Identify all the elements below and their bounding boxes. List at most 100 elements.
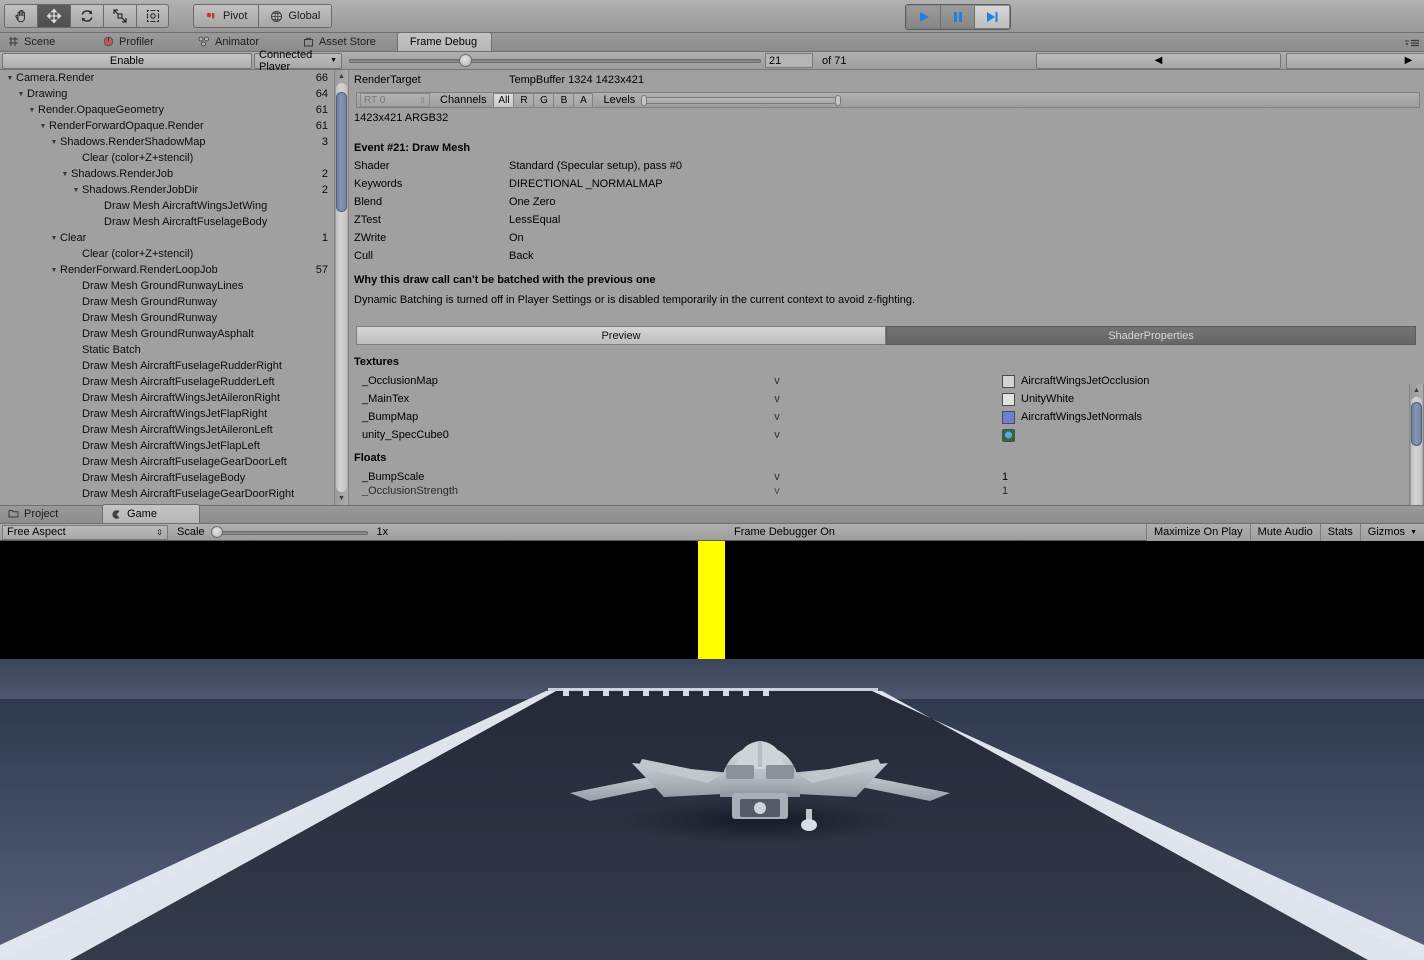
tree-row[interactable]: Draw Mesh GroundRunway (0, 310, 334, 326)
expand-arrow-icon[interactable]: ▼ (48, 139, 60, 146)
expand-arrow-icon[interactable]: ▼ (48, 235, 60, 242)
expand-arrow-icon[interactable]: ▼ (59, 171, 71, 178)
texture-row[interactable]: _OcclusionMap v AircraftWingsJetOcclusio… (350, 372, 1390, 390)
pivot-button[interactable]: Pivot (193, 4, 259, 28)
step-button[interactable] (975, 6, 1009, 28)
connected-player-dropdown[interactable]: Connected Player ▼ (254, 49, 342, 73)
expand-arrow-icon[interactable]: ▼ (37, 123, 49, 130)
tree-row[interactable]: Draw Mesh AircraftWingsJetAileronLeft (0, 422, 334, 438)
channel-buttons-group: All R G B A (493, 92, 594, 108)
tab-game-label: Game (127, 508, 157, 520)
next-frame-button[interactable]: ▶ (1286, 52, 1424, 69)
frame-event-tree[interactable]: ▼ Camera.Render 66 ▼ Drawing 64 ▼ Render.Opaque… (0, 70, 334, 505)
frame-slider-thumb[interactable] (459, 53, 472, 67)
move-tool-button[interactable] (37, 4, 70, 28)
tree-row[interactable]: Clear (color+Z+stencil) (0, 246, 334, 262)
tree-row[interactable]: ▼ Shadows.RenderJob 2 (0, 166, 334, 182)
texture-row[interactable]: unity_SpecCube0 v (350, 426, 1390, 444)
mute-audio-button[interactable]: Mute Audio (1249, 523, 1320, 541)
rotate-tool-button[interactable] (70, 4, 103, 28)
gizmos-button[interactable]: Gizmos ▼ (1359, 523, 1424, 541)
channel-button-r[interactable]: R (513, 92, 534, 108)
detail-value: One Zero (509, 196, 556, 208)
levels-slider-max-handle[interactable] (835, 95, 842, 106)
tree-row[interactable]: ▼ RenderForwardOpaque.Render 61 (0, 118, 334, 134)
previous-frame-button[interactable]: ◀ (1036, 52, 1281, 69)
scale-slider[interactable] (210, 525, 368, 540)
tab-preview[interactable]: Preview (356, 326, 886, 345)
tree-row[interactable]: ▼ Shadows.RenderJobDir 2 (0, 182, 334, 198)
scroll-up-icon[interactable]: ▲ (335, 70, 348, 83)
render-target-select[interactable]: RT 0 ⇳ (360, 93, 430, 107)
tree-row[interactable]: Draw Mesh AircraftFuselageGearDoorRight (0, 486, 334, 502)
levels-slider[interactable] (641, 94, 842, 106)
tree-scroll-thumb[interactable] (336, 92, 347, 212)
chevron-down-icon: ▼ (1410, 528, 1417, 536)
hand-tool-button[interactable] (4, 4, 37, 28)
tree-row[interactable]: Static Batch (0, 342, 334, 358)
properties-scroll-thumb[interactable] (1411, 402, 1422, 446)
float-row[interactable]: _OcclusionStrength v 1 (350, 486, 1390, 496)
tree-row[interactable]: ▼ RenderForward.RenderLoopJob 57 (0, 262, 334, 278)
tree-row[interactable]: ▼ Drawing 64 (0, 86, 334, 102)
rect-tool-button[interactable] (136, 4, 169, 28)
tree-row[interactable]: Draw Mesh AircraftFuselageGearDoorLeft (0, 454, 334, 470)
tree-row[interactable]: Draw Mesh AircraftFuselageRudderRight (0, 358, 334, 374)
stats-button[interactable]: Stats (1319, 523, 1360, 541)
scale-slider-thumb[interactable] (210, 525, 223, 538)
texture-row[interactable]: _BumpMap v AircraftWingsJetNormals (350, 408, 1390, 426)
expand-arrow-icon[interactable]: ▼ (26, 107, 38, 114)
tree-row[interactable]: Clear (color+Z+stencil) (0, 150, 334, 166)
tree-row[interactable]: ▼ Render.OpaqueGeometry 61 (0, 102, 334, 118)
float-col: v (774, 486, 780, 496)
expand-arrow-icon[interactable]: ▼ (48, 267, 60, 274)
tree-row[interactable]: Draw Mesh AircraftFuselageRudderLeft (0, 374, 334, 390)
tree-row[interactable]: Draw Mesh AircraftFuselageBody (0, 214, 334, 230)
tree-row[interactable]: Draw Mesh GroundRunwayLines (0, 278, 334, 294)
play-button[interactable] (907, 6, 941, 28)
channel-button-b[interactable]: B (553, 92, 574, 108)
expand-arrow-icon[interactable]: ▼ (4, 75, 16, 82)
float-row[interactable]: _BumpScale v 1 (350, 468, 1390, 486)
tree-row[interactable]: Draw Mesh AircraftWingsJetAileronRight (0, 390, 334, 406)
tab-frame-debug[interactable]: Frame Debug (397, 32, 492, 51)
tree-row[interactable]: Draw Mesh GroundRunwayAsphalt (0, 326, 334, 342)
aspect-ratio-dropdown[interactable]: Free Aspect ⇳ (2, 524, 168, 540)
scale-tool-button[interactable] (103, 4, 136, 28)
tab-shader-properties[interactable]: ShaderProperties (886, 326, 1416, 345)
tab-scene[interactable]: Scene (0, 32, 95, 51)
tab-game[interactable]: Game (102, 504, 200, 523)
frame-number-input[interactable]: 21 (765, 53, 813, 68)
channel-button-all[interactable]: All (493, 92, 514, 108)
batching-reason-body: Dynamic Batching is turned off in Player… (354, 294, 916, 306)
scroll-down-icon[interactable]: ▼ (335, 492, 348, 505)
gear-wheel (801, 819, 817, 831)
tab-profiler[interactable]: Profiler (95, 32, 190, 51)
maximize-on-play-button[interactable]: Maximize On Play (1146, 523, 1250, 541)
tree-scrollbar[interactable]: ▲ ▼ (334, 70, 349, 505)
texture-row[interactable]: _MainTex v UnityWhite (350, 390, 1390, 408)
frame-slider[interactable] (349, 53, 761, 69)
expand-arrow-icon[interactable]: ▼ (15, 91, 27, 98)
tree-row[interactable]: ▼ Clear 1 (0, 230, 334, 246)
tab-project[interactable]: Project (0, 504, 102, 523)
global-button[interactable]: Global (258, 4, 333, 28)
enable-button[interactable]: Enable (2, 52, 252, 69)
channel-button-g[interactable]: G (533, 92, 554, 108)
tree-row[interactable]: Draw Mesh GroundRunway (0, 294, 334, 310)
detail-key: Keywords (354, 178, 403, 190)
tree-row[interactable]: Draw Mesh AircraftWingsJetWing (0, 198, 334, 214)
tree-row[interactable]: ▼ Shadows.RenderShadowMap 3 (0, 134, 334, 150)
tree-row[interactable]: Draw Mesh AircraftWingsJetFlapLeft (0, 438, 334, 454)
tree-row[interactable]: ▼ Camera.Render 66 (0, 70, 334, 86)
pause-button[interactable] (941, 6, 975, 28)
channel-button-a[interactable]: A (573, 92, 594, 108)
levels-slider-min-handle[interactable] (641, 95, 648, 106)
panel-options-menu-icon[interactable] (1401, 36, 1421, 50)
next-frame-label: ▶ (1404, 55, 1413, 66)
tree-row[interactable]: Draw Mesh AircraftWingsJetFlapRight (0, 406, 334, 422)
tree-row[interactable]: Draw Mesh AircraftFuselageBody (0, 470, 334, 486)
game-view-render[interactable] (0, 541, 1424, 960)
scroll-up-icon[interactable]: ▲ (1410, 384, 1423, 397)
expand-arrow-icon[interactable]: ▼ (70, 187, 82, 194)
